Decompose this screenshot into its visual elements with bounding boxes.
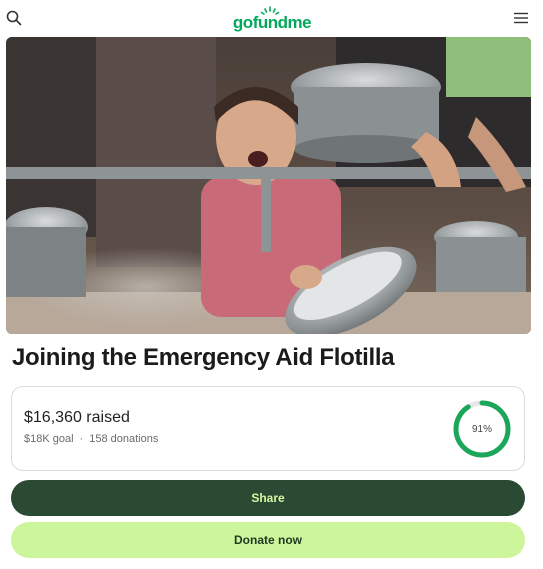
campaign-title: Joining the Emergency Aid Flotilla — [12, 344, 395, 371]
top-bar: gofundme — [0, 0, 543, 36]
hamburger-menu-icon — [514, 12, 528, 24]
amount-raised: $16,360 raised — [24, 409, 130, 426]
campaign-hero-image[interactable] — [6, 37, 531, 334]
campaign-meta: $18K goal · 158 donations — [24, 433, 158, 445]
goal-amount: $18K goal — [24, 433, 74, 445]
menu-button[interactable] — [509, 6, 533, 30]
logo-text: gofundme — [232, 13, 310, 32]
meta-separator: · — [79, 433, 84, 445]
share-button[interactable]: Share — [11, 480, 525, 516]
progress-ring: 91% — [452, 399, 512, 459]
hero-photo — [6, 37, 531, 334]
donation-progress-card: $16,360 raised $18K goal · 158 donations 9… — [11, 386, 525, 471]
donation-count: 158 donations — [89, 433, 159, 445]
gofundme-logo[interactable]: gofundme — [0, 4, 543, 32]
logo-graphic: gofundme — [232, 6, 311, 32]
donate-now-button[interactable]: Donate now — [11, 522, 525, 558]
progress-percent: 91% — [471, 423, 492, 435]
